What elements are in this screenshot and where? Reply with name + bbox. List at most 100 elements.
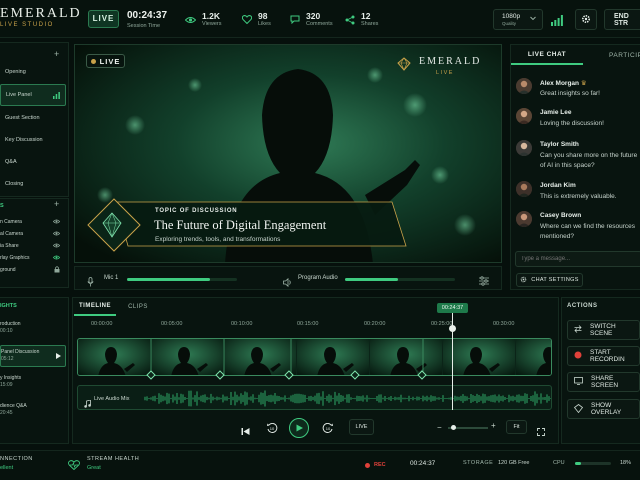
viewers-stat: 1.2K Viewers — [185, 11, 221, 28]
zoom-out-icon[interactable]: − — [437, 424, 442, 432]
fullscreen-icon[interactable] — [537, 423, 545, 441]
add-segment-icon[interactable]: + — [54, 49, 59, 59]
topic-title: The Future of Digital Engagement — [154, 218, 327, 232]
highlight-item[interactable]: dience Q&A 20:45 — [0, 403, 66, 417]
highlight-item[interactable]: y Insights 15:09 — [0, 375, 66, 389]
speaker-icon[interactable] — [283, 274, 293, 292]
segment-item[interactable]: Q&A — [0, 151, 66, 173]
go-live-button[interactable]: LIVE — [349, 419, 374, 435]
end-stream-button[interactable]: END STR — [604, 9, 640, 30]
tick-label: 00:30:00 — [493, 321, 515, 327]
chat-author: Jordan Kim — [540, 182, 576, 189]
likes-value: 98 — [258, 11, 268, 21]
source-label: rlay Graphics — [0, 255, 30, 261]
svg-text:10: 10 — [326, 426, 331, 431]
quality-select[interactable]: 1080p Quality — [493, 9, 543, 30]
preview-live-label: LIVE — [99, 56, 121, 66]
heart-icon — [242, 15, 252, 24]
mixer-settings-icon[interactable] — [479, 273, 489, 291]
source-row[interactable]: ia Share — [0, 240, 66, 252]
playhead-handle[interactable] — [449, 325, 456, 332]
chat-message-input[interactable] — [515, 251, 640, 267]
connection-label: NNECTION — [0, 456, 33, 462]
highlight-title: roduction — [0, 321, 21, 327]
stream-health-value: Great — [87, 465, 101, 471]
source-row[interactable]: al Camera — [0, 228, 66, 240]
zoom-in-icon[interactable]: + — [491, 422, 496, 430]
forward-10-icon[interactable]: 10 — [322, 421, 334, 439]
avatar — [516, 211, 532, 227]
rewind-10-icon[interactable]: 10 — [266, 421, 278, 439]
play-button[interactable] — [289, 418, 309, 438]
segment-item[interactable]: Key Discussion — [0, 129, 66, 151]
mic-level-meter[interactable] — [127, 278, 237, 281]
quality-label: Quality — [502, 21, 517, 26]
record-dot-icon — [365, 462, 370, 468]
switch-scene-button[interactable]: SWITCH SCENE — [567, 320, 640, 340]
segment-item[interactable]: Closing — [0, 173, 66, 195]
tick-label: 00:20:00 — [364, 321, 386, 327]
play-icon — [56, 353, 61, 362]
marker-icon — [350, 370, 360, 380]
chat-author: Jamie Lee — [540, 109, 572, 116]
source-row[interactable]: rlay Graphics — [0, 252, 66, 264]
chat-text: Where can we find the resources mentione… — [540, 223, 636, 240]
quality-value: 1080p — [502, 13, 521, 20]
lock-icon[interactable] — [54, 265, 60, 275]
timeline-markers — [146, 370, 427, 380]
chat-settings-button[interactable]: CHAT SETTINGS — [516, 273, 583, 287]
tab-participants[interactable]: PARTICIPA — [583, 45, 640, 65]
add-source-icon[interactable]: + — [54, 199, 59, 209]
switch-arrows-icon — [574, 325, 582, 335]
settings-button[interactable] — [575, 9, 597, 30]
start-recording-label: START RECORDIN — [590, 349, 625, 363]
eye-icon — [185, 16, 196, 24]
eye-icon-active[interactable] — [52, 254, 61, 262]
eye-icon[interactable] — [52, 218, 61, 226]
eye-icon[interactable] — [52, 230, 61, 238]
music-note-icon — [84, 395, 91, 413]
audio-track[interactable] — [77, 385, 552, 410]
likes-stat: 98 Likes — [242, 11, 271, 28]
chat-text: This is extremely valuable. — [540, 193, 617, 200]
tab-live-chat[interactable]: LIVE CHAT — [511, 45, 583, 65]
mic-label: Mic 1 — [104, 275, 119, 281]
switch-scene-label: SWITCH SCENE — [590, 323, 616, 337]
program-level-meter[interactable] — [345, 278, 455, 281]
tab-timeline[interactable]: TIMELINE — [74, 298, 116, 316]
heart-pulse-icon — [68, 457, 80, 475]
skip-back-icon[interactable] — [241, 423, 250, 441]
tick-label: 00:00:00 — [91, 321, 113, 327]
recording-indicator: REC — [365, 460, 412, 470]
share-screen-label: SHARE SCREEN — [591, 375, 619, 389]
storage-value: 120 GB Free — [498, 460, 530, 466]
start-recording-button[interactable]: START RECORDIN — [567, 346, 640, 366]
source-label: ground — [0, 267, 16, 273]
storage-label: STORAGE — [463, 460, 494, 466]
highlight-title: y Insights — [0, 375, 22, 381]
tick-label: 00:05:00 — [161, 321, 183, 327]
show-overlay-button[interactable]: SHOW OVERLAY — [567, 399, 640, 419]
highlight-item-active[interactable]: Panel Discussion 05:12 — [0, 345, 66, 367]
share-screen-button[interactable]: SHARE SCREEN — [567, 372, 640, 392]
source-row[interactable]: n Camera — [0, 216, 66, 228]
fit-button[interactable]: Fit — [506, 420, 527, 434]
diamond-icon — [573, 403, 584, 415]
brand-name: EMERALD — [0, 6, 82, 21]
chat-author: Alex Morgan — [540, 80, 580, 87]
source-row[interactable]: ground — [0, 264, 66, 276]
preview-logo-name: EMERALD — [419, 56, 482, 67]
eye-icon[interactable] — [52, 242, 61, 250]
source-label: al Camera — [0, 231, 24, 237]
marker-icon — [417, 370, 427, 380]
stream-health-label: STREAM HEALTH — [87, 456, 140, 462]
highlight-item[interactable]: roduction 00:10 — [0, 321, 66, 335]
play-icon — [296, 419, 303, 437]
segment-item[interactable]: Opening — [0, 61, 66, 83]
segment-item[interactable]: Guest Section — [0, 107, 66, 129]
tab-clips[interactable]: CLIPS — [120, 298, 156, 316]
zoom-slider-handle[interactable] — [451, 425, 456, 430]
microphone-icon[interactable] — [87, 274, 94, 292]
cpu-value: 18% — [620, 460, 632, 466]
segment-item-active[interactable]: Live Panel — [0, 84, 66, 106]
